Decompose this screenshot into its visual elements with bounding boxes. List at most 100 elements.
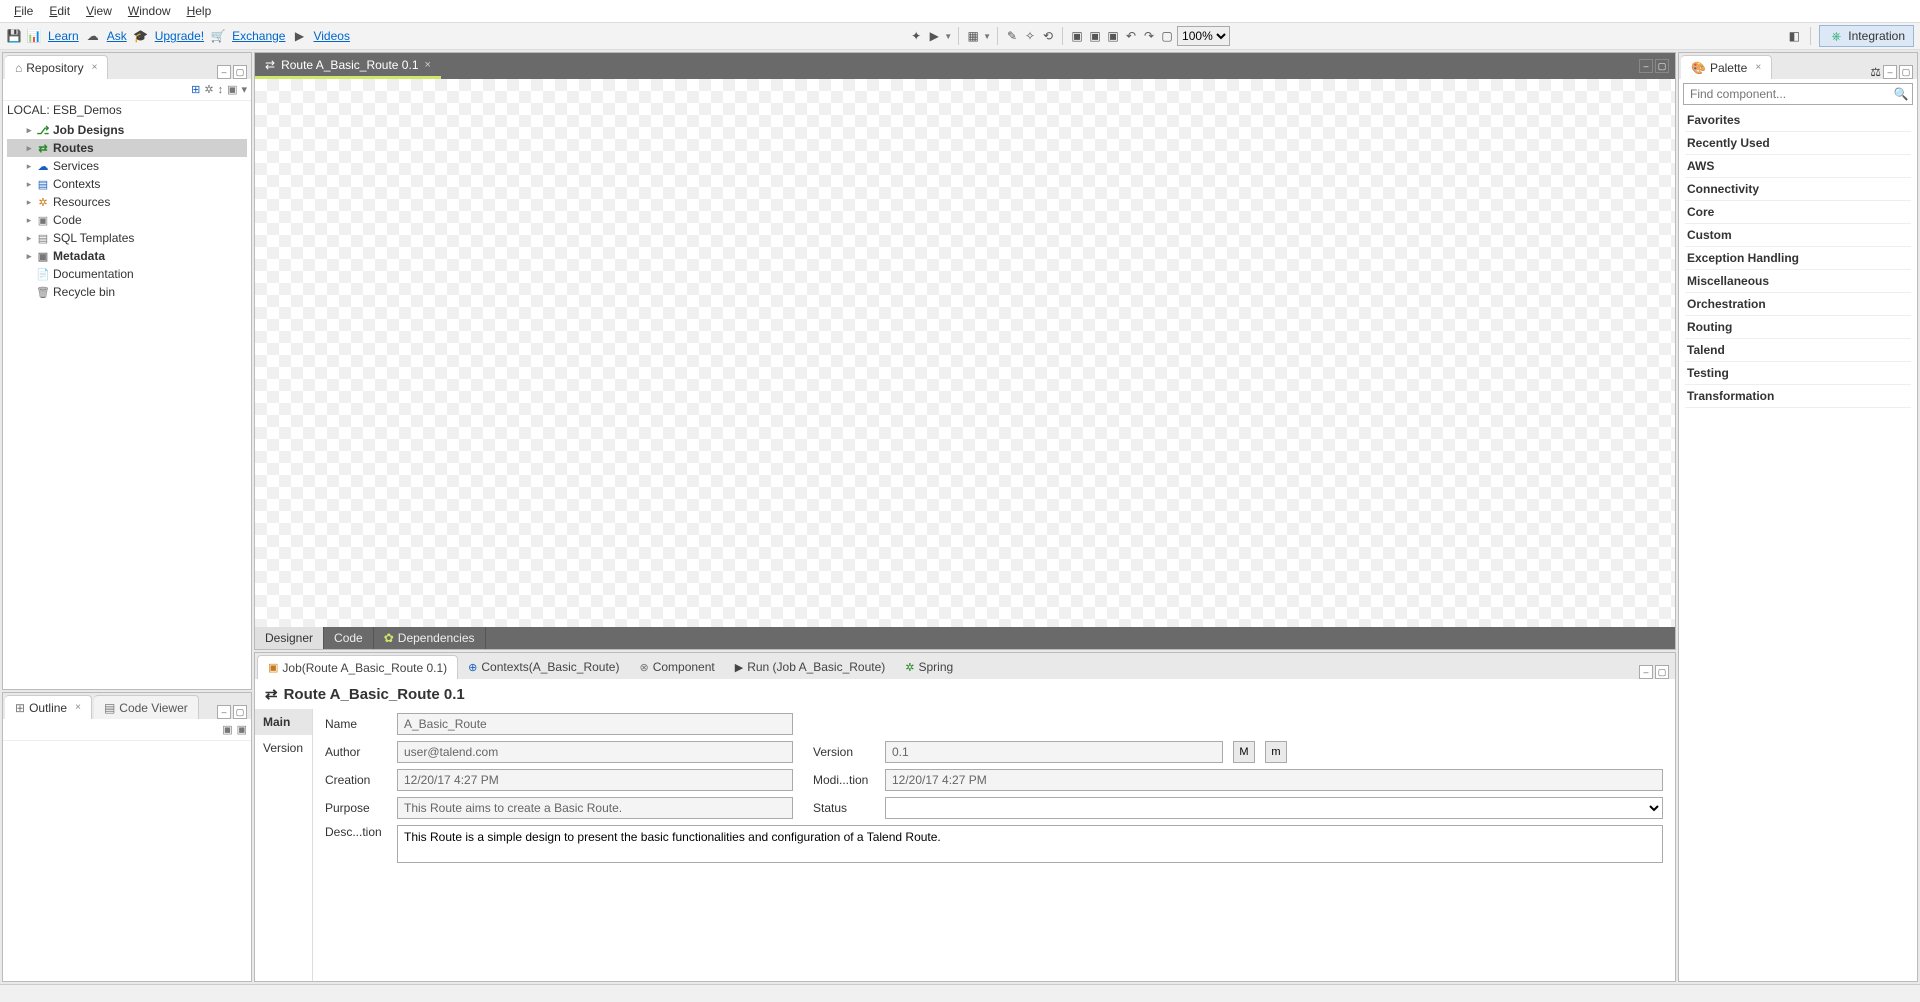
editor-tab[interactable]: ⇄ Route A_Basic_Route 0.1 × (255, 53, 441, 79)
expand-arrow-icon[interactable]: ▸ (23, 125, 35, 136)
exchange-link[interactable]: Exchange (230, 29, 287, 43)
menu-file[interactable]: File (6, 2, 41, 20)
ask-link[interactable]: Ask (105, 29, 129, 43)
palette-category-connectivity[interactable]: Connectivity (1685, 178, 1911, 201)
expand-arrow-icon[interactable]: ▸ (23, 179, 35, 190)
tool3-icon[interactable]: ▣ (1105, 28, 1121, 44)
close-icon[interactable]: × (75, 702, 81, 713)
repo-item-recycle-bin[interactable]: 🗑Recycle bin (7, 283, 247, 301)
persp-toggle-icon[interactable]: ◧ (1786, 28, 1802, 44)
tab-job[interactable]: ▣ Job(Route A_Basic_Route 0.1) (257, 655, 458, 679)
maximize-icon[interactable]: ▢ (1655, 59, 1669, 73)
maximize-icon[interactable]: ▢ (233, 705, 247, 719)
edit-icon[interactable]: ✎ (1004, 28, 1020, 44)
redo-icon[interactable]: ↷ (1141, 28, 1157, 44)
expand-arrow-icon[interactable]: ▸ (23, 197, 35, 208)
close-icon[interactable]: × (425, 59, 431, 71)
palette-search-input[interactable] (1684, 84, 1890, 104)
status-select[interactable] (885, 797, 1663, 819)
description-field[interactable] (397, 825, 1663, 863)
box-icon[interactable]: ▢ (1159, 28, 1175, 44)
minimize-icon[interactable]: – (1639, 665, 1653, 679)
palette-category-routing[interactable]: Routing (1685, 316, 1911, 339)
tool2-icon[interactable]: ▣ (1087, 28, 1103, 44)
new-icon[interactable]: ✦ (908, 28, 924, 44)
undo-icon[interactable]: ↶ (1123, 28, 1139, 44)
tab-contexts[interactable]: ⊕ Contexts(A_Basic_Route) (458, 655, 629, 679)
palette-category-miscellaneous[interactable]: Miscellaneous (1685, 270, 1911, 293)
version-minor-button[interactable]: m (1265, 741, 1287, 763)
expand-arrow-icon[interactable]: ▸ (23, 251, 35, 262)
expand-arrow-icon[interactable]: ▸ (23, 161, 35, 172)
dependencies-tab[interactable]: ✿ Dependencies (374, 627, 486, 649)
repo-tool-icon[interactable]: ▣ (227, 83, 237, 96)
palette-category-aws[interactable]: AWS (1685, 155, 1911, 178)
repo-item-services[interactable]: ▸☁Services (7, 157, 247, 175)
palette-filter-icon[interactable]: ⚖ (1870, 65, 1881, 79)
minimize-icon[interactable]: – (1883, 65, 1897, 79)
palette-category-talend[interactable]: Talend (1685, 339, 1911, 362)
expand-arrow-icon[interactable]: ▸ (23, 215, 35, 226)
save-icon[interactable]: 💾 (6, 28, 22, 44)
menu-window[interactable]: Window (120, 2, 179, 20)
outline-tab[interactable]: ⊞ Outline × (5, 695, 92, 719)
videos-link[interactable]: Videos (311, 29, 351, 43)
run-icon[interactable]: ▶ (926, 28, 942, 44)
palette-category-transformation[interactable]: Transformation (1685, 385, 1911, 408)
sort-icon[interactable]: ↕ (218, 84, 224, 96)
code-viewer-tab[interactable]: ▤ Code Viewer (94, 695, 199, 719)
wand-icon[interactable]: ✧ (1022, 28, 1038, 44)
palette-category-favorites[interactable]: Favorites (1685, 109, 1911, 132)
repo-item-job-designs[interactable]: ▸⎇Job Designs (7, 121, 247, 139)
tab-run[interactable]: ▶ Run (Job A_Basic_Route) (725, 655, 896, 679)
repo-item-resources[interactable]: ▸✲Resources (7, 193, 247, 211)
palette-category-orchestration[interactable]: Orchestration (1685, 293, 1911, 316)
repo-item-code[interactable]: ▸▣Code (7, 211, 247, 229)
menu-chevron-icon[interactable]: ▾ (241, 83, 247, 96)
maximize-icon[interactable]: ▢ (1899, 65, 1913, 79)
designer-canvas[interactable] (255, 79, 1675, 627)
palette-category-testing[interactable]: Testing (1685, 362, 1911, 385)
grid-icon[interactable]: ▦ (965, 28, 981, 44)
learn-link[interactable]: Learn (46, 29, 81, 43)
minimize-icon[interactable]: – (1639, 59, 1653, 73)
search-icon[interactable]: 🔍 (1890, 84, 1912, 104)
expand-arrow-icon[interactable]: ▸ (23, 143, 35, 154)
minimize-icon[interactable]: – (217, 705, 231, 719)
tab-component[interactable]: ⊗ Component (629, 655, 724, 679)
filter-icon[interactable]: ⊞ (191, 83, 200, 96)
upgrade-link[interactable]: Upgrade! (153, 29, 206, 43)
repository-tab[interactable]: ⌂ Repository × (5, 55, 108, 79)
repo-item-sql-templates[interactable]: ▸▤SQL Templates (7, 229, 247, 247)
palette-category-custom[interactable]: Custom (1685, 224, 1911, 247)
menu-help[interactable]: Help (179, 2, 220, 20)
palette-tab[interactable]: 🎨 Palette × (1681, 55, 1772, 79)
code-tab[interactable]: Code (324, 627, 374, 649)
maximize-icon[interactable]: ▢ (1655, 665, 1669, 679)
sidetab-main[interactable]: Main (255, 709, 312, 735)
expand-arrow-icon[interactable]: ▸ (23, 233, 35, 244)
palette-category-recently-used[interactable]: Recently Used (1685, 132, 1911, 155)
tab-spring[interactable]: ✲ Spring (895, 655, 963, 679)
zoom-select[interactable]: 100% (1177, 26, 1230, 46)
repo-item-contexts[interactable]: ▸▤Contexts (7, 175, 247, 193)
version-major-button[interactable]: M (1233, 741, 1255, 763)
designer-tab[interactable]: Designer (255, 627, 324, 649)
minimize-icon[interactable]: – (217, 65, 231, 79)
outline-tool1-icon[interactable]: ▣ (222, 723, 232, 736)
palette-category-exception-handling[interactable]: Exception Handling (1685, 247, 1911, 270)
sync-icon[interactable]: ⟲ (1040, 28, 1056, 44)
repo-item-metadata[interactable]: ▸▣Metadata (7, 247, 247, 265)
menu-edit[interactable]: Edit (41, 2, 78, 20)
close-icon[interactable]: × (92, 62, 98, 73)
refresh-icon[interactable]: ✲ (204, 83, 213, 96)
maximize-icon[interactable]: ▢ (233, 65, 247, 79)
menu-view[interactable]: View (78, 2, 120, 20)
sidetab-version[interactable]: Version (255, 735, 312, 761)
repo-item-documentation[interactable]: 📄Documentation (7, 265, 247, 283)
tool1-icon[interactable]: ▣ (1069, 28, 1085, 44)
palette-category-core[interactable]: Core (1685, 201, 1911, 224)
perspective-integration[interactable]: ⎈ Integration (1819, 25, 1914, 47)
close-icon[interactable]: × (1755, 62, 1761, 73)
repo-item-routes[interactable]: ▸⇄Routes (7, 139, 247, 157)
